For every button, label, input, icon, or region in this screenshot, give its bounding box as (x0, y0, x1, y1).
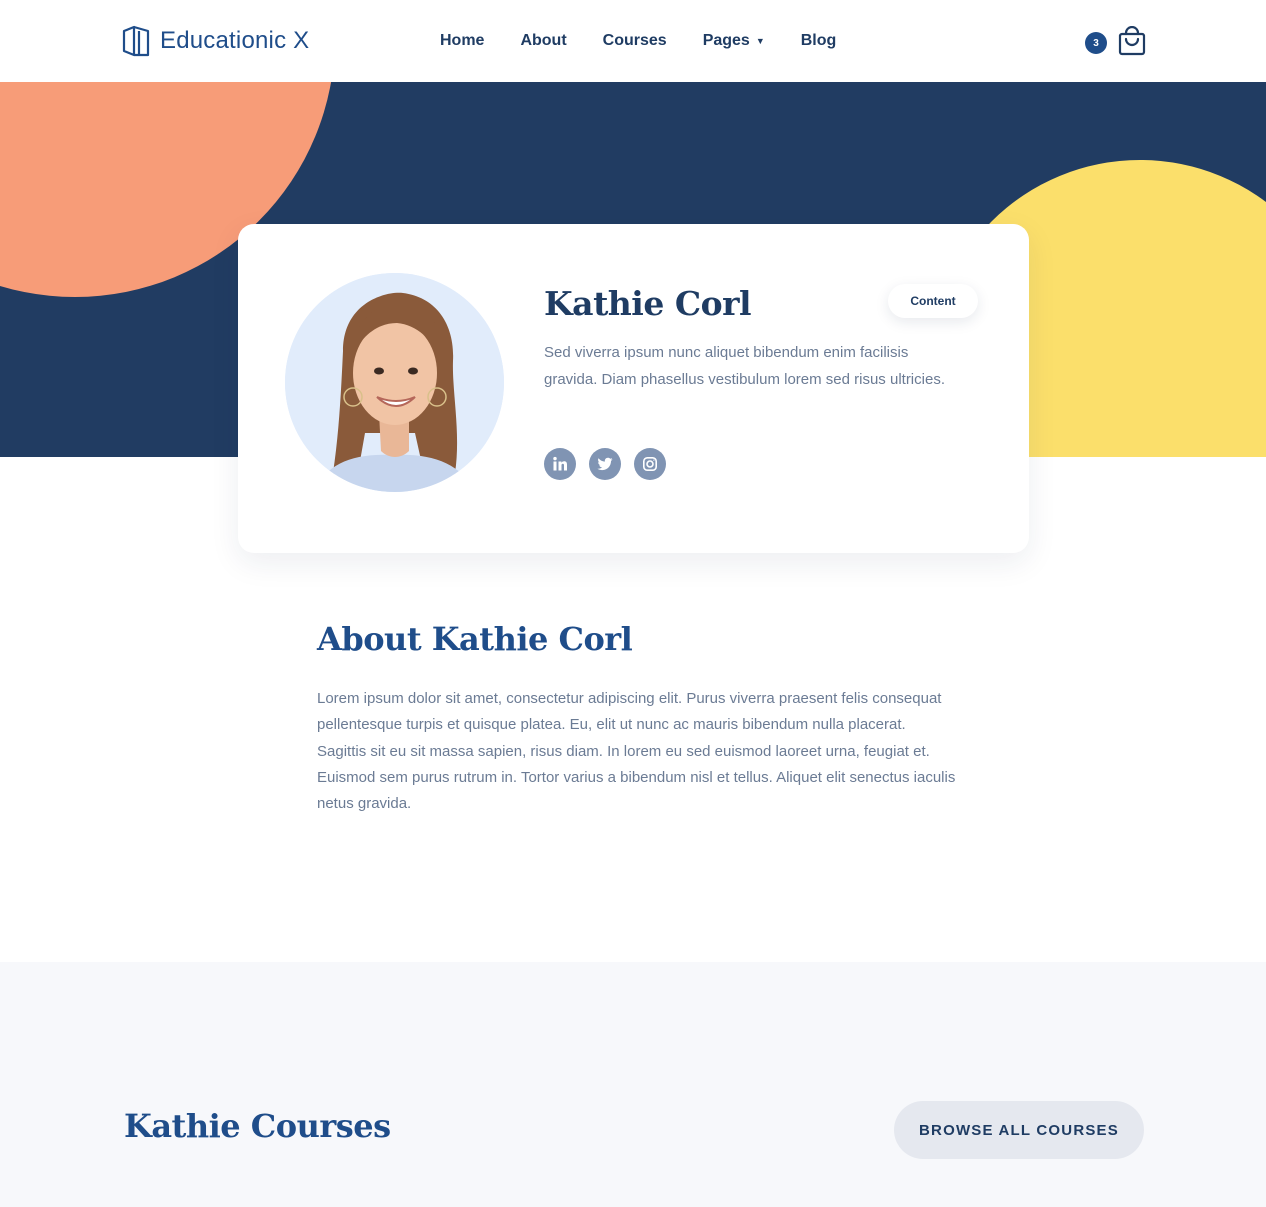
social-links (544, 448, 666, 480)
courses-title: Kathie Courses (124, 1107, 391, 1145)
instructor-profile-card: Kathie Corl Content Sed viverra ipsum nu… (238, 224, 1029, 553)
browse-all-courses-button[interactable]: BROWSE ALL COURSES (894, 1101, 1144, 1159)
nav-home[interactable]: Home (440, 32, 484, 50)
logo[interactable]: Educationic X (122, 25, 309, 57)
linkedin-icon (553, 456, 567, 471)
nav-pages-dropdown[interactable]: Pages ▼ (703, 32, 765, 50)
nav-blog[interactable]: Blog (801, 32, 837, 50)
nav-home-label: Home (440, 32, 485, 49)
avatar (285, 273, 504, 492)
nav-pages-label: Pages (702, 32, 750, 49)
nav-blog-label: Blog (800, 32, 837, 49)
instagram-icon (642, 456, 657, 471)
instagram-link[interactable] (634, 448, 666, 480)
logo-text: Educationic X (160, 27, 310, 54)
main-nav: Home About Courses Pages ▼ Blog (440, 32, 872, 50)
shopping-bag-icon[interactable] (1118, 26, 1146, 56)
nav-courses[interactable]: Courses (603, 32, 667, 50)
about-text: Lorem ipsum dolor sit amet, consectetur … (317, 690, 956, 813)
twitter-link[interactable] (589, 448, 621, 480)
site-header: Educationic X Home About Courses Pages ▼ … (0, 0, 1266, 82)
caret-down-icon: ▼ (755, 36, 765, 46)
role-badge: Content (888, 284, 978, 318)
nav-about-label: About (520, 32, 567, 49)
nav-courses-label: Courses (602, 32, 667, 49)
linkedin-link[interactable] (544, 448, 576, 480)
instructor-name: Kathie Corl (544, 284, 752, 323)
avatar-portrait (285, 273, 504, 492)
nav-about[interactable]: About (520, 32, 566, 50)
twitter-icon (597, 457, 613, 471)
book-icon (122, 25, 150, 57)
courses-section: Kathie Courses BROWSE ALL COURSES (0, 962, 1266, 1207)
instructor-bio: Sed viverra ipsum nunc aliquet bibendum … (544, 344, 945, 388)
cart-count-badge: 3 (1085, 32, 1107, 54)
about-title: About Kathie Corl (317, 620, 633, 658)
